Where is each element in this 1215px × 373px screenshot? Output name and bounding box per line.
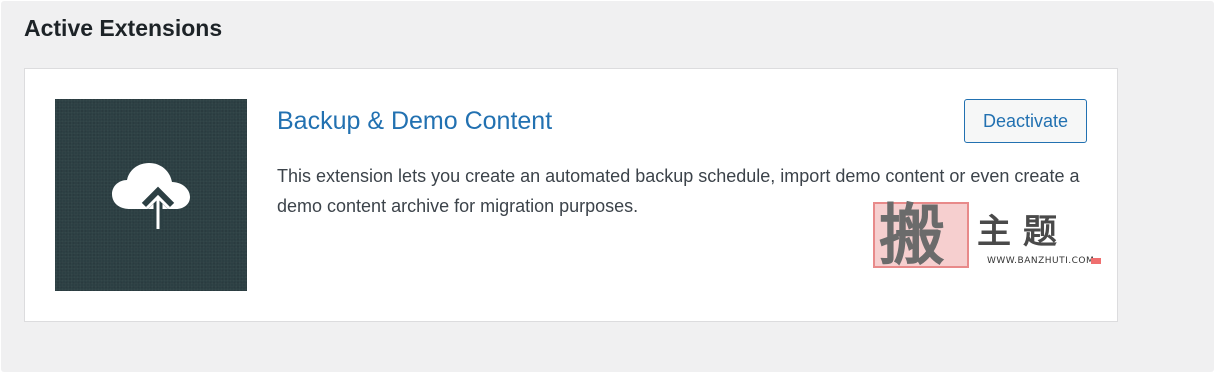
active-extensions-panel: Active Extensions Backup & Demo Content … (1, 1, 1214, 372)
extension-title[interactable]: Backup & Demo Content (277, 107, 552, 136)
watermark-dot (1091, 258, 1101, 264)
watermark-seal-char: 搬 (879, 197, 945, 274)
section-title: Active Extensions (24, 15, 223, 41)
watermark-logo: 搬 主题 WWW.BANZHUTI.COM (873, 198, 1103, 274)
cloud-upload-icon (112, 163, 190, 229)
watermark-chars: 主题 (977, 212, 1069, 252)
watermark-seal: 搬 (873, 198, 969, 274)
extension-thumbnail (55, 99, 247, 291)
deactivate-button[interactable]: Deactivate (964, 99, 1087, 143)
watermark-site: WWW.BANZHUTI.COM (987, 256, 1095, 266)
extension-card: Backup & Demo Content This extension let… (24, 68, 1118, 322)
